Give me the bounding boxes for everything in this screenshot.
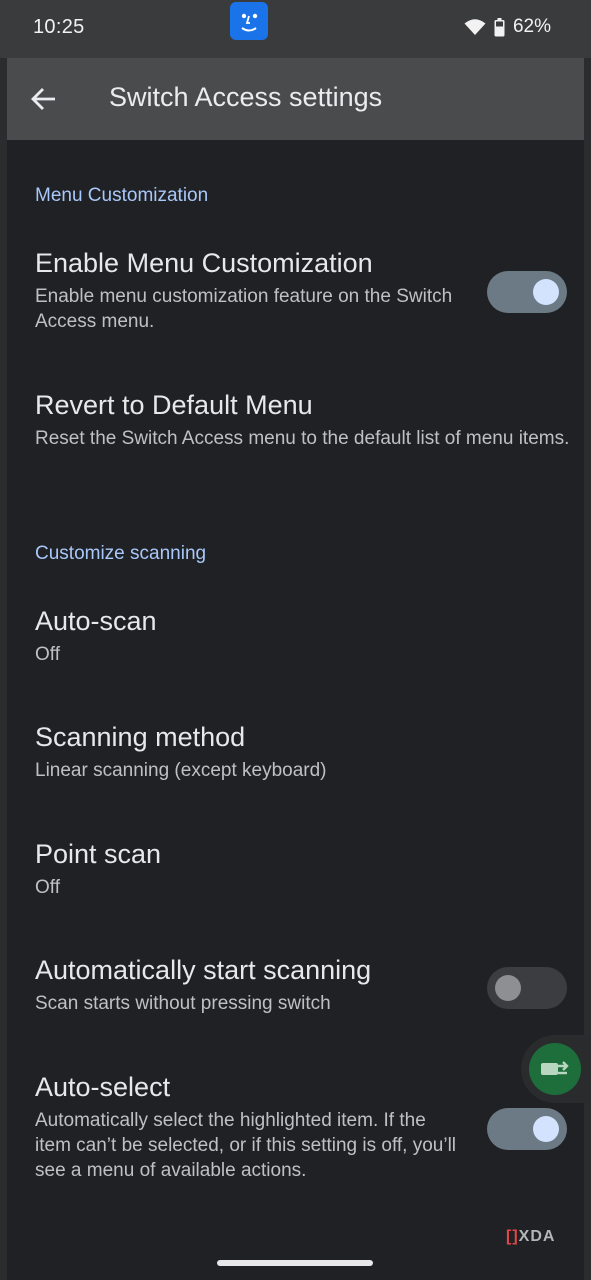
pref-auto-scan[interactable]: Auto-scan Off bbox=[7, 606, 584, 686]
pref-title: Auto-select bbox=[35, 1072, 171, 1102]
pref-summary: Off bbox=[35, 877, 60, 898]
gesture-home-bar[interactable] bbox=[217, 1260, 373, 1266]
status-time: 10:25 bbox=[33, 16, 85, 38]
wifi-icon bbox=[464, 19, 486, 35]
pref-enable-menu-customization[interactable]: Enable Menu Customization Enable menu cu… bbox=[7, 248, 584, 348]
pref-summary: Enable menu customization feature on the… bbox=[35, 286, 453, 332]
page-title: Switch Access settings bbox=[109, 82, 383, 112]
pref-title: Revert to Default Menu bbox=[35, 390, 313, 420]
switch-thumb bbox=[533, 279, 559, 305]
pref-automatically-start-scanning[interactable]: Automatically start scanning Scan starts… bbox=[7, 955, 584, 1035]
battery-percent: 62% bbox=[512, 16, 551, 37]
back-button[interactable] bbox=[25, 80, 63, 118]
automatically-start-scanning-switch[interactable] bbox=[487, 967, 567, 1009]
pref-summary: Automatically select the highlighted ite… bbox=[35, 1110, 457, 1181]
xda-watermark: []XDA bbox=[506, 1228, 556, 1245]
switch-access-float-icon bbox=[529, 1043, 581, 1095]
arrow-back-icon bbox=[31, 88, 55, 110]
face-app-icon bbox=[230, 2, 268, 40]
pref-title: Point scan bbox=[35, 839, 162, 869]
pref-revert-default-menu[interactable]: Revert to Default Menu Reset the Switch … bbox=[7, 390, 584, 490]
settings-list: Menu Customization Enable Menu Customiza… bbox=[7, 140, 584, 1280]
screen-edge-left bbox=[0, 58, 7, 1280]
switch-thumb bbox=[495, 975, 521, 1001]
pref-point-scan[interactable]: Point scan Off bbox=[7, 839, 584, 919]
enable-menu-customization-switch[interactable] bbox=[487, 271, 567, 313]
section-header-menu-customization: Menu Customization bbox=[35, 185, 209, 206]
pref-title: Auto-scan bbox=[35, 606, 157, 636]
pref-summary: Off bbox=[35, 644, 60, 665]
switch-thumb bbox=[533, 1116, 559, 1142]
pref-summary: Linear scanning (except keyboard) bbox=[35, 760, 327, 781]
status-bar: 10:25 62% bbox=[0, 0, 591, 58]
pref-summary: Scan starts without pressing switch bbox=[35, 993, 331, 1014]
pref-title: Enable Menu Customization bbox=[35, 248, 373, 278]
section-header-customize-scanning: Customize scanning bbox=[35, 543, 207, 564]
pref-auto-select[interactable]: Auto-select Automatically select the hig… bbox=[7, 1072, 584, 1192]
switch-access-floating-button[interactable] bbox=[521, 1035, 591, 1103]
app-bar: Switch Access settings bbox=[7, 58, 584, 140]
pref-title: Scanning method bbox=[35, 722, 246, 752]
battery-icon bbox=[494, 17, 505, 36]
auto-select-switch[interactable] bbox=[487, 1108, 567, 1150]
status-icons: 62% bbox=[464, 16, 551, 38]
pref-scanning-method[interactable]: Scanning method Linear scanning (except … bbox=[7, 722, 584, 802]
pref-title: Automatically start scanning bbox=[35, 955, 372, 985]
pref-summary: Reset the Switch Access menu to the defa… bbox=[35, 428, 570, 449]
